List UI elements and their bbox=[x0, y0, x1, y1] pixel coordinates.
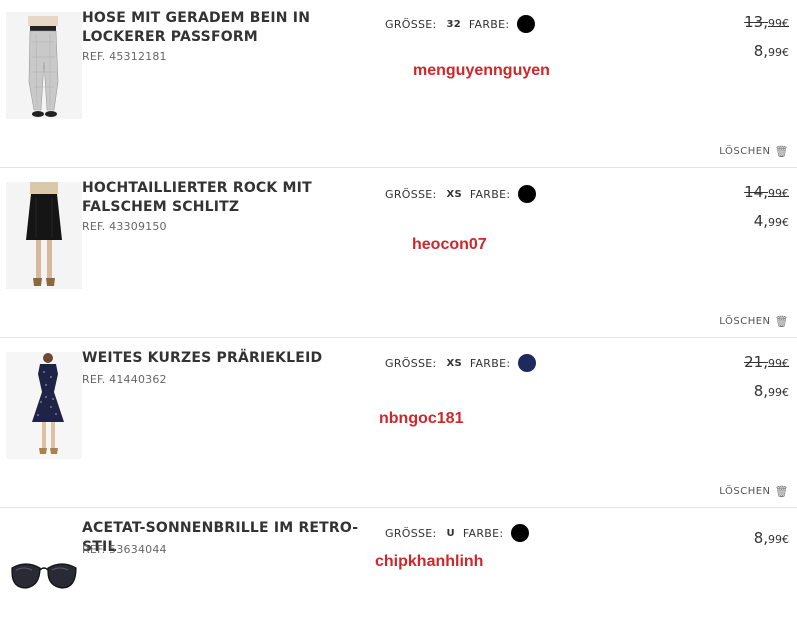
watermark-text: chipkhanhlinh bbox=[375, 553, 484, 570]
size-value: U bbox=[446, 527, 455, 539]
color-label: FARBE: bbox=[469, 356, 511, 370]
size-label: GRÖSSE: bbox=[385, 526, 437, 540]
size-value: XS bbox=[446, 188, 462, 200]
color-label: FARBE: bbox=[469, 187, 511, 201]
original-price: 14,99€ bbox=[744, 183, 789, 201]
skirt-product-image[interactable] bbox=[6, 182, 82, 289]
product-name[interactable]: WEITES KURZES PRÄRIEKLEID bbox=[82, 349, 382, 368]
delete-button[interactable]: LÖSCHEN 🗑 bbox=[719, 315, 789, 328]
delete-button[interactable]: LÖSCHEN 🗑 bbox=[719, 145, 789, 158]
cart-item: HOSE MIT GERADEM BEIN IN LOCKERER PASSFO… bbox=[0, 0, 797, 170]
trash-icon: 🗑 bbox=[774, 485, 789, 498]
sale-price: 8,99€ bbox=[753, 382, 789, 400]
cart-item: ACETAT-SONNENBRILLE IM RETRO-STIL REF. 5… bbox=[0, 510, 797, 618]
size-value: XS bbox=[446, 357, 462, 369]
product-reference: REF. 53634044 bbox=[82, 543, 167, 556]
color-swatch bbox=[518, 354, 537, 372]
sale-price: 8,99€ bbox=[753, 529, 789, 547]
product-reference: REF. 41440362 bbox=[82, 373, 167, 386]
original-price: 13,99€ bbox=[744, 13, 789, 31]
product-name[interactable]: HOCHTAILLIERTER ROCK MIT FALSCHEM SCHLIT… bbox=[82, 179, 382, 217]
divider bbox=[0, 167, 797, 168]
delete-label: LÖSCHEN bbox=[719, 146, 771, 157]
product-reference: REF. 43309150 bbox=[82, 220, 167, 233]
cart-item: WEITES KURZES PRÄRIEKLEID REF. 41440362 … bbox=[0, 340, 797, 510]
color-label: FARBE: bbox=[462, 526, 504, 540]
delete-button[interactable]: LÖSCHEN 🗑 bbox=[719, 485, 789, 498]
watermark-text: menguyennguyen bbox=[413, 62, 550, 79]
color-swatch bbox=[517, 15, 536, 33]
delete-label: LÖSCHEN bbox=[719, 316, 771, 327]
product-reference: REF. 45312181 bbox=[82, 50, 167, 63]
size-label: GRÖSSE: bbox=[385, 17, 437, 31]
cart-item: HOCHTAILLIERTER ROCK MIT FALSCHEM SCHLIT… bbox=[0, 170, 797, 340]
product-attributes: GRÖSSE: XS FARBE: bbox=[385, 185, 537, 203]
trousers-product-image[interactable] bbox=[6, 12, 82, 119]
dress-product-image[interactable] bbox=[6, 352, 82, 459]
size-label: GRÖSSE: bbox=[385, 356, 437, 370]
divider bbox=[0, 337, 797, 338]
trash-icon: 🗑 bbox=[774, 145, 789, 158]
watermark-text: nbngoc181 bbox=[379, 410, 464, 427]
size-label: GRÖSSE: bbox=[385, 187, 437, 201]
sunglasses-product-image[interactable] bbox=[6, 550, 82, 610]
delete-label: LÖSCHEN bbox=[719, 486, 771, 497]
sale-price: 4,99€ bbox=[753, 212, 789, 230]
trash-icon: 🗑 bbox=[774, 315, 789, 328]
product-attributes: GRÖSSE: U FARBE: bbox=[385, 524, 530, 542]
sale-price: 8,99€ bbox=[753, 42, 789, 60]
divider bbox=[0, 507, 797, 508]
color-swatch bbox=[511, 524, 530, 542]
product-attributes: GRÖSSE: XS FARBE: bbox=[385, 354, 537, 372]
original-price: 21,99€ bbox=[744, 353, 789, 371]
size-value: 32 bbox=[446, 18, 461, 30]
color-swatch bbox=[518, 185, 537, 203]
watermark-text: heocon07 bbox=[412, 236, 487, 253]
product-attributes: GRÖSSE: 32 FARBE: bbox=[385, 15, 536, 33]
product-name[interactable]: HOSE MIT GERADEM BEIN IN LOCKERER PASSFO… bbox=[82, 9, 382, 47]
color-label: FARBE: bbox=[468, 17, 510, 31]
